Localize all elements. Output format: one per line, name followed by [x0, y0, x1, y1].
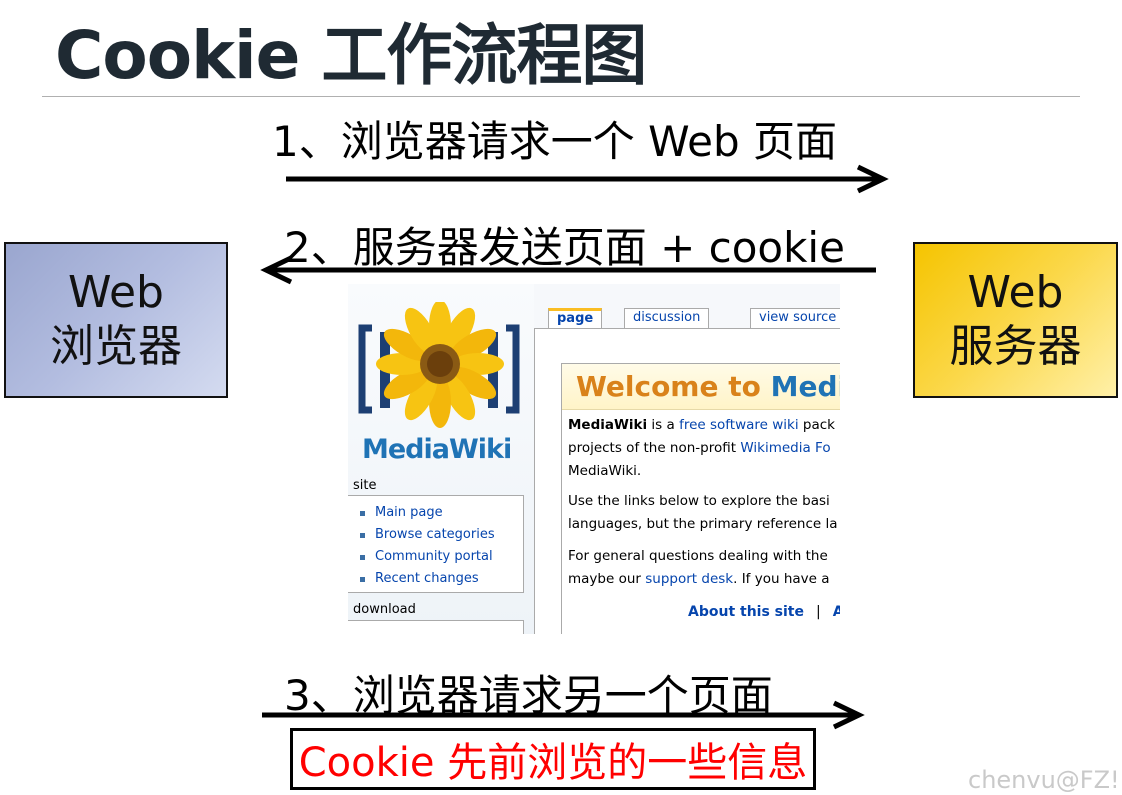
tab-view-source[interactable]: view source — [750, 308, 840, 328]
request-arrow-2 — [262, 700, 865, 730]
welcome-heading: Welcome to MediaW — [562, 364, 840, 410]
mediawiki-logo: MediaWiki — [354, 300, 524, 465]
bullet-icon — [360, 510, 365, 516]
web-browser-node: Web 浏览器 — [4, 242, 228, 398]
request-arrow-1 — [286, 164, 889, 194]
bottom-links: About this site | A — [688, 604, 840, 620]
title-divider — [42, 96, 1080, 97]
bullet-icon — [360, 554, 365, 560]
sidebar-item-main-page[interactable]: Main page — [360, 502, 523, 524]
mediawiki-brand-text: MediaWiki — [362, 434, 512, 465]
about-site-link[interactable]: About this site — [688, 604, 804, 620]
questions-paragraph: For general questions dealing with the m… — [568, 548, 830, 587]
response-arrow — [260, 255, 876, 285]
browser-line-2: 浏览器 — [50, 321, 182, 372]
sidebar-download-portlet — [348, 620, 524, 634]
server-line-2: 服务器 — [949, 321, 1082, 372]
sidebar-site-portlet: Main page Browse categories Community po… — [348, 495, 524, 593]
mediawiki-sidebar: MediaWiki site Main page Browse categori… — [348, 284, 534, 634]
free-software-link[interactable]: free software wiki — [679, 417, 799, 433]
sidebar-item-recent-changes[interactable]: Recent changes — [360, 568, 523, 590]
mediawiki-page-screenshot: MediaWiki site Main page Browse categori… — [348, 284, 840, 634]
support-desk-link[interactable]: support desk — [645, 571, 733, 587]
next-link[interactable]: A — [833, 604, 840, 620]
watermark: chenvu@FZ! — [968, 766, 1120, 794]
sidebar-item-browse-categories[interactable]: Browse categories — [360, 524, 523, 546]
bullet-icon — [360, 576, 365, 582]
intro-paragraph: MediaWiki is a free software wiki pack p… — [568, 417, 835, 479]
cookie-note-box: Cookie 先前浏览的一些信息 — [290, 728, 816, 790]
cookie-note-text: Cookie 先前浏览的一些信息 — [298, 740, 808, 786]
server-line-1: Web — [967, 267, 1064, 319]
bullet-icon — [360, 532, 365, 538]
mediawiki-tabs: page discussion view source — [548, 308, 840, 328]
step-1-label: 1、浏览器请求一个 Web 页面 — [272, 117, 837, 166]
explore-paragraph: Use the links below to explore the basi … — [568, 493, 838, 532]
sidebar-item-community-portal[interactable]: Community portal — [360, 546, 523, 568]
mediawiki-content-area: Welcome to MediaW MediaWiki is a free so… — [534, 328, 840, 634]
tab-discussion[interactable]: discussion — [624, 308, 710, 328]
web-server-node: Web 服务器 — [913, 242, 1118, 398]
wikimedia-link[interactable]: Wikimedia Fo — [740, 440, 830, 456]
sunflower-logo-icon — [358, 300, 520, 428]
sidebar-heading-download: download — [353, 602, 416, 617]
sidebar-heading-site: site — [353, 478, 377, 493]
browser-line-1: Web — [68, 267, 164, 319]
tab-page[interactable]: page — [548, 308, 603, 328]
page-title: Cookie 工作流程图 — [55, 17, 647, 94]
welcome-box: Welcome to MediaW MediaWiki is a free so… — [561, 363, 840, 634]
